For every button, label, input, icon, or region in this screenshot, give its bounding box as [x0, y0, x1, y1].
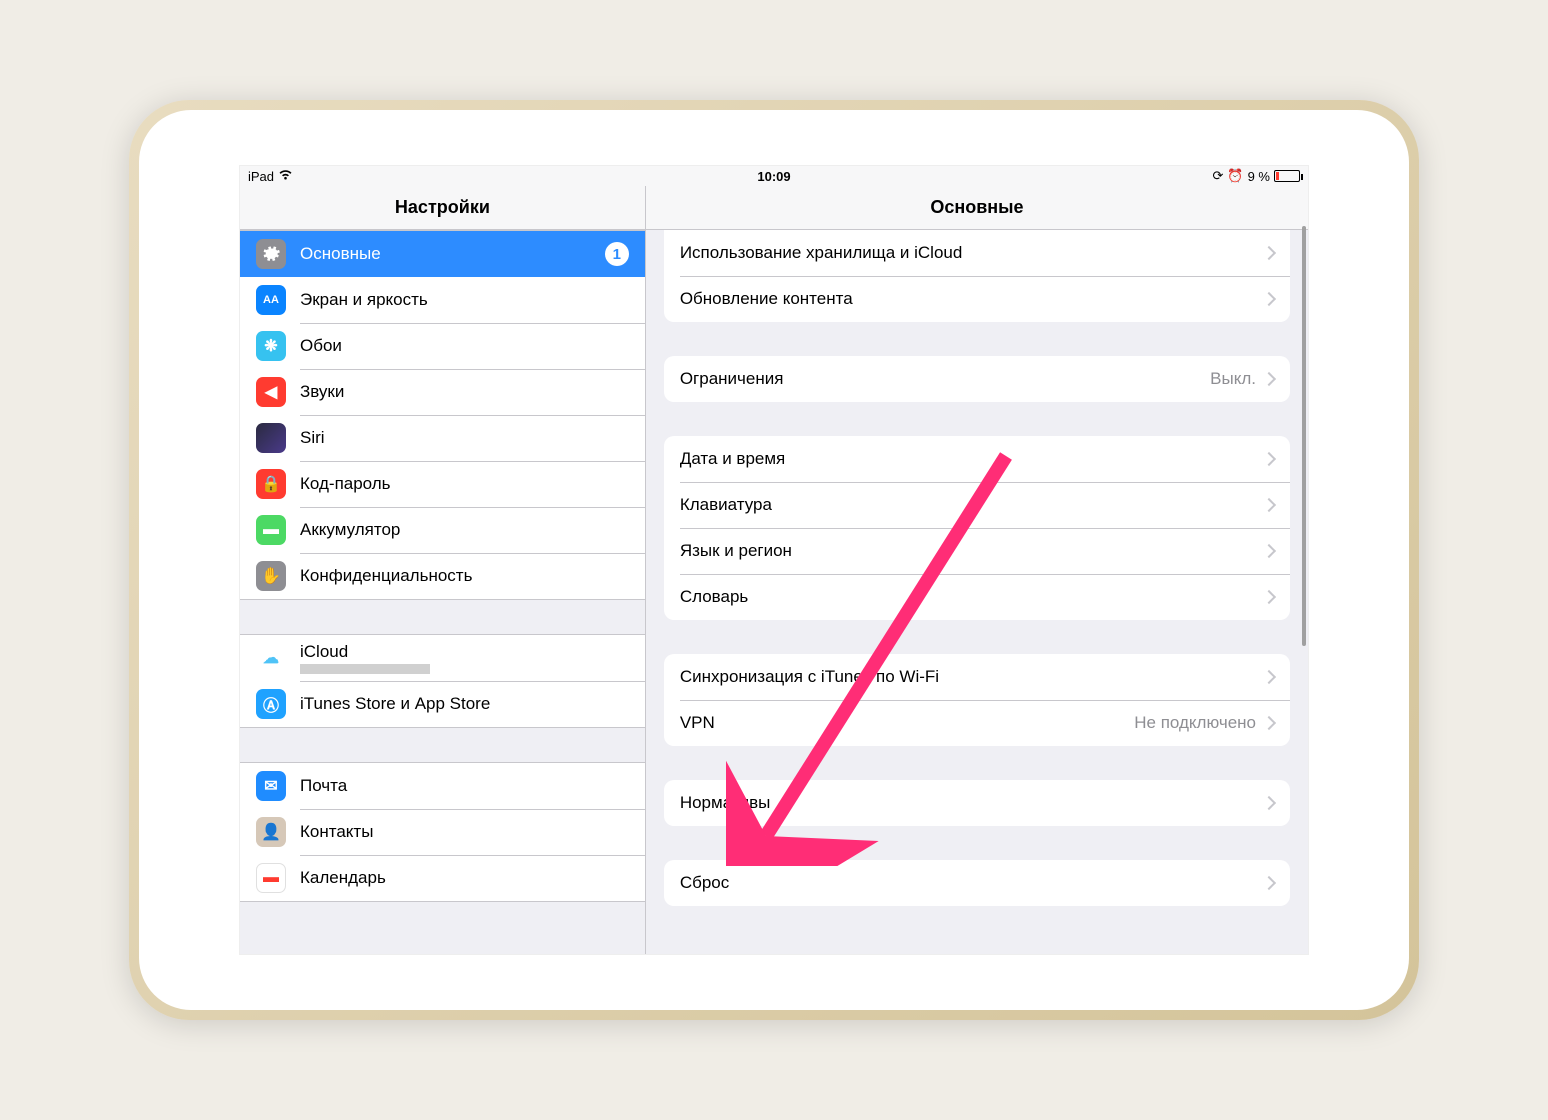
sidebar-item-label: Экран и яркость	[300, 290, 629, 310]
detail-row-regulatory[interactable]: Нормативы	[664, 780, 1290, 826]
sidebar-item-label: Календарь	[300, 868, 629, 888]
detail-row-date[interactable]: Дата и время	[664, 436, 1290, 482]
sidebar-item-label: iTunes Store и App Store	[300, 694, 629, 714]
detail-row-label: Обновление контента	[680, 289, 1264, 309]
badge: 1	[605, 242, 629, 266]
sidebar-item-itunes[interactable]: ⒶiTunes Store и App Store	[240, 681, 645, 727]
detail-row-label: Сброс	[680, 873, 1264, 893]
sidebar-item-passcode[interactable]: 🔒 Код-пароль	[240, 461, 645, 507]
sidebar-item-siri[interactable]: Siri	[240, 415, 645, 461]
detail-row-value: Не подключено	[1134, 713, 1256, 733]
ipad-device-frame: iPad 10:09 ⟳ ⏰ 9 % Настройки Основны	[129, 100, 1419, 1020]
sidebar-item-label: iCloud	[300, 642, 629, 662]
detail-row-label: Использование хранилища и iCloud	[680, 243, 1264, 263]
sidebar-item-label: Почта	[300, 776, 629, 796]
battery-icon: ▬	[256, 515, 286, 545]
contacts-icon: 👤	[256, 817, 286, 847]
detail-row-keyboard[interactable]: Клавиатура	[664, 482, 1290, 528]
detail-row-dictionary[interactable]: Словарь	[664, 574, 1290, 620]
chevron-right-icon	[1262, 246, 1276, 260]
chevron-right-icon	[1262, 544, 1276, 558]
settings-sidebar: Настройки Основные1 AA Экран и яркость ❋ Обо…	[240, 186, 646, 954]
detail-row-label: Нормативы	[680, 793, 1264, 813]
hand-icon: ✋	[256, 561, 286, 591]
detail-row-restrictions[interactable]: ОграниченияВыкл.	[664, 356, 1290, 402]
wifi-icon	[278, 169, 293, 184]
sidebar-item-wallpaper[interactable]: ❋ Обои	[240, 323, 645, 369]
alarm-icon: ⏰	[1227, 168, 1243, 184]
detail-pane: Основные Использование хранилища и iClou…	[646, 186, 1308, 954]
sidebar-item-label: Siri	[300, 428, 629, 448]
chevron-right-icon	[1262, 452, 1276, 466]
detail-row-label: Клавиатура	[680, 495, 1264, 515]
screen: iPad 10:09 ⟳ ⏰ 9 % Настройки Основны	[239, 165, 1309, 955]
sidebar-item-contacts[interactable]: 👤 Контакты	[240, 809, 645, 855]
detail-row-label: Синхронизация с iTunes по Wi-Fi	[680, 667, 1264, 687]
chevron-right-icon	[1262, 796, 1276, 810]
chevron-right-icon	[1262, 876, 1276, 890]
detail-title: Основные	[646, 186, 1308, 230]
battery-icon	[1274, 170, 1300, 182]
clock: 10:09	[757, 169, 790, 184]
chevron-right-icon	[1262, 372, 1276, 386]
gear-icon	[256, 239, 286, 269]
sidebar-item-calendar[interactable]: ▬ Календарь	[240, 855, 645, 901]
chevron-right-icon	[1262, 498, 1276, 512]
sidebar-item-sublabel-redacted	[300, 664, 430, 674]
sidebar-item-label: Контакты	[300, 822, 629, 842]
sidebar-item-label: Звуки	[300, 382, 629, 402]
detail-row-label: Словарь	[680, 587, 1264, 607]
detail-row-label: Ограничения	[680, 369, 1210, 389]
battery-percent: 9 %	[1248, 169, 1270, 184]
flower-icon: ❋	[256, 331, 286, 361]
calendar-icon: ▬	[256, 863, 286, 893]
orientation-lock-icon: ⟳	[1213, 168, 1224, 184]
sidebar-item-label: Код-пароль	[300, 474, 629, 494]
sidebar-item-mail[interactable]: ✉︎ Почта	[240, 763, 645, 809]
sidebar-item-icloud[interactable]: ☁︎ iCloud	[240, 635, 645, 681]
cloud-icon: ☁︎	[256, 643, 286, 673]
detail-row-label: Дата и время	[680, 449, 1264, 469]
text-size-icon: AA	[256, 285, 286, 315]
status-bar: iPad 10:09 ⟳ ⏰ 9 %	[240, 166, 1308, 186]
sidebar-item-label: Обои	[300, 336, 629, 356]
sidebar-item-display[interactable]: AA Экран и яркость	[240, 277, 645, 323]
lock-icon: 🔒	[256, 469, 286, 499]
appstore-icon: Ⓐ	[256, 689, 286, 719]
detail-row-background[interactable]: Обновление контента	[664, 276, 1290, 322]
detail-row-storage[interactable]: Использование хранилища и iCloud	[664, 230, 1290, 276]
detail-row-reset[interactable]: Сброс	[664, 860, 1290, 906]
chevron-right-icon	[1262, 292, 1276, 306]
sidebar-item-general[interactable]: Основные1	[240, 231, 645, 277]
sidebar-item-sounds[interactable]: ◀︎ Звуки	[240, 369, 645, 415]
siri-icon	[256, 423, 286, 453]
detail-row-label: Язык и регион	[680, 541, 1264, 561]
device-label: iPad	[248, 169, 274, 184]
scroll-indicator[interactable]	[1302, 226, 1306, 646]
chevron-right-icon	[1262, 716, 1276, 730]
detail-row-label: VPN	[680, 713, 1134, 733]
sidebar-item-label: Аккумулятор	[300, 520, 629, 540]
detail-row-value: Выкл.	[1210, 369, 1256, 389]
sidebar-item-battery[interactable]: ▬ Аккумулятор	[240, 507, 645, 553]
detail-row-itunes_wifi[interactable]: Синхронизация с iTunes по Wi-Fi	[664, 654, 1290, 700]
sidebar-title: Настройки	[240, 186, 645, 230]
mail-icon: ✉︎	[256, 771, 286, 801]
sidebar-item-privacy[interactable]: ✋ Конфиденциальность	[240, 553, 645, 599]
sidebar-item-label: Основные	[300, 244, 605, 264]
detail-row-language[interactable]: Язык и регион	[664, 528, 1290, 574]
sidebar-item-label: Конфиденциальность	[300, 566, 629, 586]
chevron-right-icon	[1262, 670, 1276, 684]
detail-row-vpn[interactable]: VPNНе подключено	[664, 700, 1290, 746]
speaker-icon: ◀︎	[256, 377, 286, 407]
chevron-right-icon	[1262, 590, 1276, 604]
